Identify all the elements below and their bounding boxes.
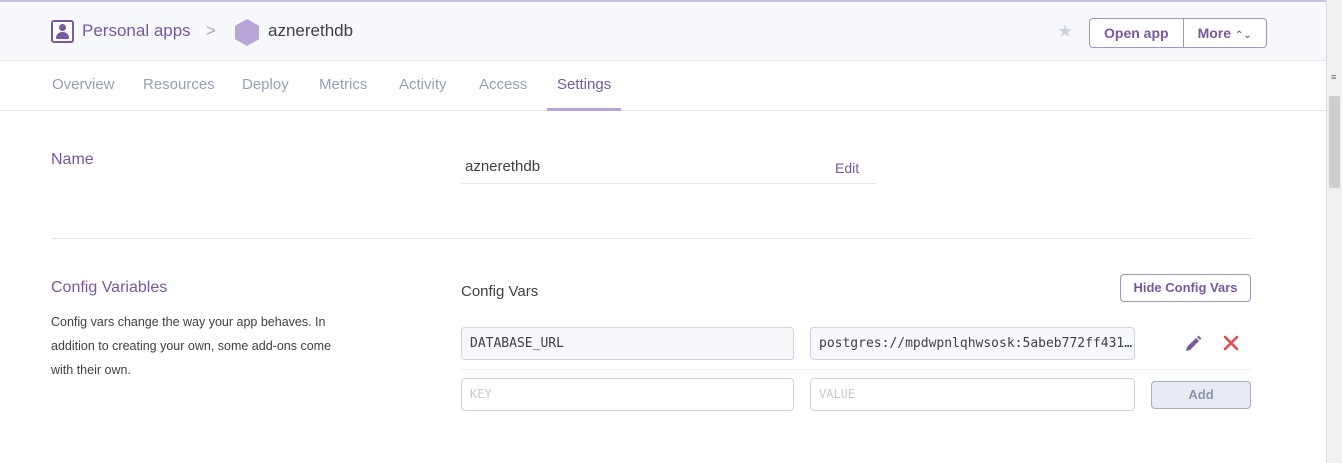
more-button[interactable]: More ⌃⌄	[1182, 19, 1266, 47]
new-key-input[interactable]: KEY	[461, 378, 794, 411]
star-icon[interactable]: ★	[1057, 21, 1073, 42]
active-tab-indicator	[547, 108, 621, 111]
scrollbar-thumb[interactable]	[1329, 96, 1340, 188]
page-scrollbar[interactable]: ≡	[1326, 0, 1342, 463]
tab-deploy[interactable]: Deploy	[242, 76, 289, 93]
open-app-button[interactable]: Open app	[1090, 19, 1183, 47]
app-nav-tabs: Overview Resources Deploy Metrics Activi…	[0, 61, 1326, 111]
edit-name-link[interactable]: Edit	[835, 160, 859, 176]
row-divider	[461, 369, 1251, 370]
breadcrumb-app-name[interactable]: aznerethdb	[268, 21, 353, 41]
divider	[461, 183, 876, 184]
tab-access[interactable]: Access	[479, 76, 527, 93]
app-hexagon-icon	[235, 19, 259, 46]
scrollbar-grip-icon: ≡	[1331, 72, 1337, 82]
pencil-icon[interactable]	[1183, 334, 1203, 354]
config-vars-heading: Config Vars	[461, 283, 539, 300]
add-config-var-button[interactable]: Add	[1151, 381, 1251, 409]
new-value-input[interactable]: VALUE	[810, 378, 1135, 411]
tab-metrics[interactable]: Metrics	[319, 76, 367, 93]
config-section-description: Config vars change the way your app beha…	[51, 315, 332, 377]
config-var-value-field[interactable]: postgres://mpdwpnlqhwsosk:5abeb772ff431…	[810, 327, 1135, 360]
tab-activity[interactable]: Activity	[399, 76, 447, 93]
app-header: Personal apps > aznerethdb ★ Open app Mo…	[0, 0, 1326, 61]
header-button-group: Open app More ⌃⌄	[1089, 18, 1267, 48]
personal-account-icon[interactable]	[51, 20, 74, 43]
breadcrumb-separator-icon: >	[206, 21, 216, 40]
hide-config-vars-button[interactable]: Hide Config Vars	[1120, 274, 1251, 302]
name-section-title: Name	[51, 151, 94, 168]
tab-overview[interactable]: Overview	[52, 76, 115, 93]
section-divider	[51, 238, 1251, 239]
chevron-up-down-icon: ⌃⌄	[1235, 30, 1252, 41]
config-var-key-field[interactable]: DATABASE_URL	[461, 327, 794, 360]
tab-resources[interactable]: Resources	[143, 76, 215, 93]
tab-settings[interactable]: Settings	[557, 76, 611, 93]
more-button-label: More	[1197, 25, 1232, 41]
app-name-value: aznerethdb	[465, 158, 541, 175]
breadcrumb-personal-apps[interactable]: Personal apps	[82, 21, 191, 41]
config-section-title: Config Variables	[51, 279, 168, 296]
delete-icon[interactable]	[1222, 334, 1240, 352]
